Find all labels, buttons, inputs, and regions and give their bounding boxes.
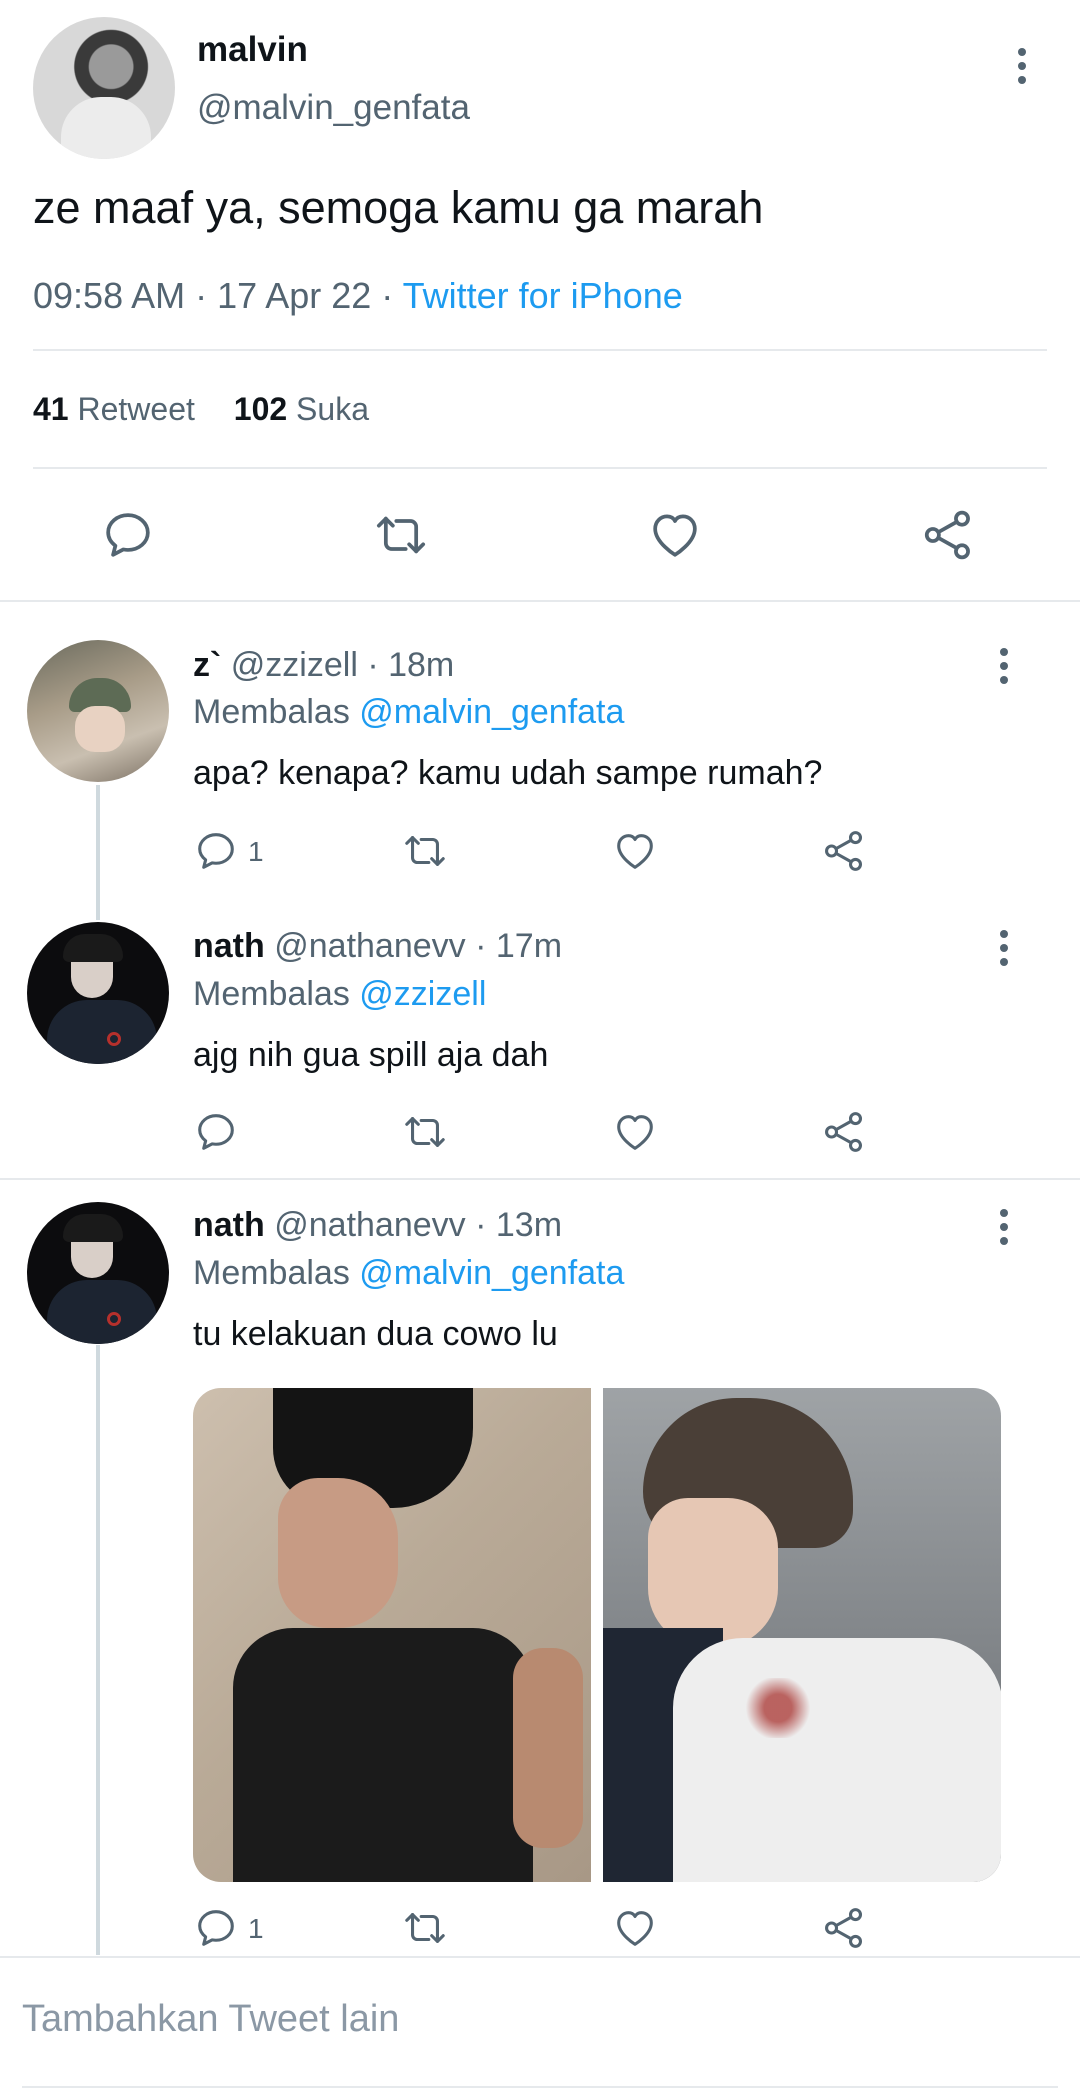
replying-to: Membalas @malvin_genfata (193, 1254, 624, 1293)
more-icon[interactable] (994, 1209, 1014, 1245)
handle[interactable]: @nathanevv (274, 1206, 465, 1244)
like-stat[interactable]: 102 Suka (234, 391, 369, 427)
like-label: Suka (296, 391, 369, 427)
thread-line (96, 785, 100, 920)
like-icon[interactable] (612, 828, 658, 874)
tweet-text: ze maaf ya, semoga kamu ga marah (33, 182, 764, 233)
handle[interactable]: @zzizell (231, 646, 358, 684)
add-tweet-input[interactable]: Tambahkan Tweet lain (22, 1998, 399, 2041)
more-icon[interactable] (1012, 48, 1032, 84)
handle[interactable]: @malvin_genfata (197, 88, 470, 128)
reply-icon[interactable] (193, 1905, 239, 1951)
reply-count: 1 (248, 1913, 264, 1944)
reply-header: nath @nathanevv · 13m (193, 1206, 562, 1245)
tweet-source-link[interactable]: Twitter for iPhone (403, 275, 683, 316)
replying-prefix: Membalas (193, 1254, 350, 1292)
avatar[interactable] (27, 922, 169, 1064)
like-icon[interactable] (647, 507, 703, 563)
reply-count: 1 (248, 836, 264, 867)
divider (0, 1178, 1080, 1180)
retweet-icon[interactable] (400, 1109, 450, 1155)
display-name[interactable]: malvin (197, 30, 308, 70)
photo-arm (513, 1648, 583, 1848)
media-photo[interactable] (193, 1388, 591, 1882)
avatar[interactable] (27, 1202, 169, 1344)
avatar[interactable] (33, 17, 175, 159)
reply-icon[interactable] (193, 1109, 239, 1155)
replying-to-link[interactable]: @zzizell (359, 975, 486, 1013)
divider (0, 600, 1080, 602)
replying-to-link[interactable]: @malvin_genfata (359, 1254, 624, 1292)
divider (22, 2086, 1058, 2088)
photo-face (278, 1478, 398, 1628)
retweet-stat[interactable]: 41 Retweet (33, 391, 204, 427)
avatar-figure (61, 97, 151, 159)
display-name[interactable]: z` (193, 646, 221, 684)
retweet-label: Retweet (77, 391, 195, 427)
avatar-hair (63, 934, 123, 962)
tweet-date: 17 Apr 22 (217, 275, 372, 316)
tweet-time: 09:58 AM (33, 275, 186, 316)
replying-prefix: Membalas (193, 693, 350, 731)
photo-face (648, 1498, 778, 1648)
reply-header: nath @nathanevv · 17m (193, 927, 562, 966)
more-icon[interactable] (994, 930, 1014, 966)
share-icon[interactable] (821, 828, 867, 874)
avatar-logo (107, 1032, 121, 1046)
avatar[interactable] (27, 640, 169, 782)
timestamp[interactable]: · 17m (475, 927, 562, 965)
avatar-logo (107, 1312, 121, 1326)
divider (33, 467, 1047, 469)
handle[interactable]: @nathanevv (274, 927, 465, 965)
timestamp[interactable]: · 18m (367, 646, 454, 684)
replying-to: Membalas @zzizell (193, 975, 486, 1014)
photo-shirt (673, 1638, 1001, 1882)
retweet-icon[interactable] (400, 1905, 450, 1951)
tweet-stats: 41 Retweet 102 Suka (33, 391, 369, 428)
media-grid (193, 1388, 1001, 1882)
replying-to-link[interactable]: @malvin_genfata (359, 693, 624, 731)
replying-prefix: Membalas (193, 975, 350, 1013)
avatar-body (47, 1000, 157, 1064)
retweet-icon[interactable] (400, 828, 450, 874)
avatar-face (75, 706, 125, 752)
timestamp[interactable]: · 13m (475, 1206, 562, 1244)
reply-text: tu kelakuan dua cowo lu (193, 1315, 558, 1353)
avatar-hair (63, 1214, 123, 1242)
photo-blood (743, 1678, 813, 1738)
divider (33, 349, 1047, 351)
thread-line (96, 1345, 100, 1955)
display-name[interactable]: nath (193, 1206, 265, 1244)
media-photo[interactable] (603, 1388, 1001, 1882)
like-icon[interactable] (612, 1905, 658, 1951)
reply-icon[interactable] (100, 507, 156, 563)
share-icon[interactable] (821, 1905, 867, 1951)
reply-header: z` @zzizell · 18m (193, 646, 454, 685)
photo-shirt (233, 1628, 533, 1882)
meta-separator: · (381, 275, 394, 316)
retweet-count: 41 (33, 391, 69, 427)
more-icon[interactable] (994, 648, 1014, 684)
replying-to: Membalas @malvin_genfata (193, 693, 624, 732)
reply-text: apa? kenapa? kamu udah sampe rumah? (193, 754, 823, 792)
reply-icon[interactable] (193, 828, 239, 874)
share-icon[interactable] (920, 507, 976, 563)
like-count: 102 (233, 391, 288, 427)
reply-text: ajg nih gua spill aja dah (193, 1036, 549, 1074)
tweet-meta: 09:58 AM · 17 Apr 22 · Twitter for iPhon… (33, 275, 683, 317)
like-icon[interactable] (612, 1109, 658, 1155)
display-name[interactable]: nath (193, 927, 265, 965)
divider (0, 1956, 1080, 1958)
share-icon[interactable] (821, 1109, 867, 1155)
avatar-body (47, 1280, 157, 1344)
retweet-icon[interactable] (370, 507, 432, 563)
meta-separator: · (195, 275, 208, 316)
